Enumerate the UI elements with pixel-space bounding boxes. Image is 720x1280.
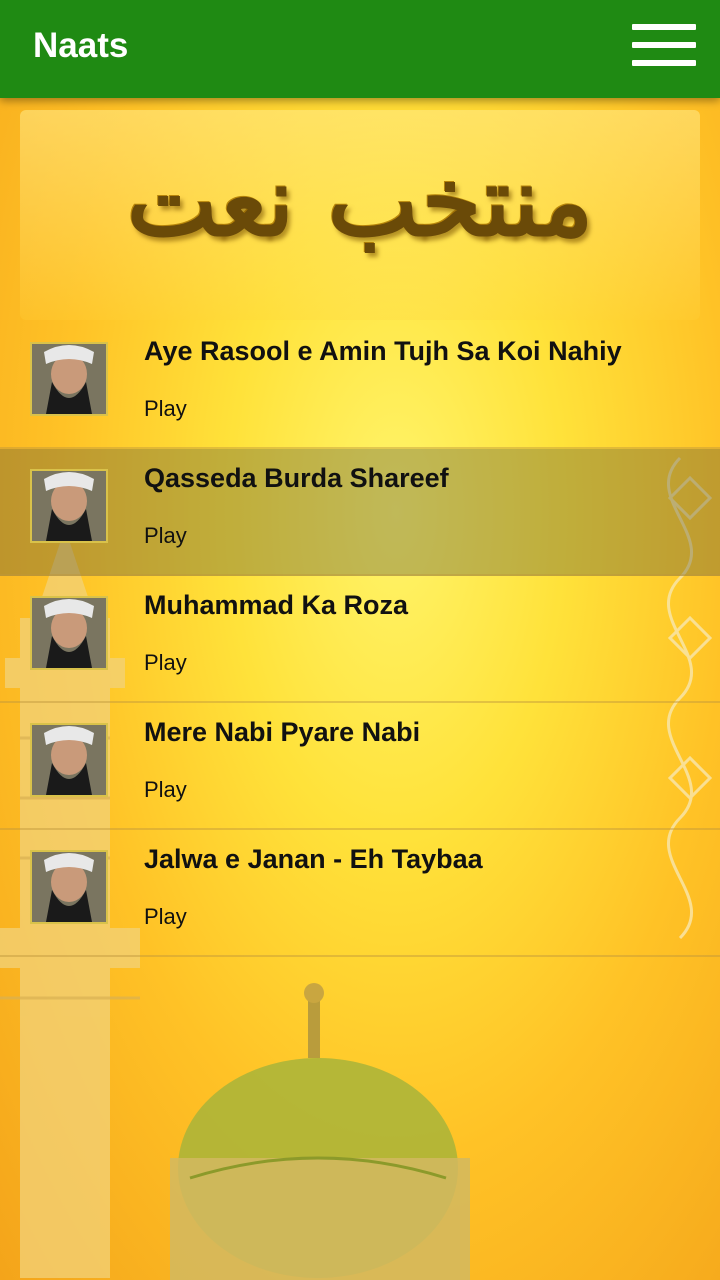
play-label: Play	[144, 904, 187, 929]
naat-title: Qasseda Burda Shareef	[144, 463, 449, 493]
naat-title: Mere Nabi Pyare Nabi	[144, 717, 421, 747]
naat-list: Aye Rasool e Amin Tujh Sa Koi Nahiy Play…	[0, 322, 720, 957]
naat-thumbnail	[30, 469, 108, 543]
app-title: Naats	[33, 26, 129, 65]
naat-title: Aye Rasool e Amin Tujh Sa Koi Nahiy	[144, 336, 622, 366]
banner-calligraphy: منتخب نعت	[126, 145, 594, 258]
naat-thumbnail	[30, 342, 108, 416]
menu-line	[632, 42, 696, 48]
list-item[interactable]: Aye Rasool e Amin Tujh Sa Koi Nahiy Play	[0, 322, 720, 449]
play-label: Play	[144, 777, 187, 802]
hamburger-menu-icon[interactable]	[632, 22, 696, 70]
naat-thumbnail	[30, 850, 108, 924]
list-item[interactable]: Mere Nabi Pyare Nabi Play	[0, 703, 720, 830]
menu-line	[632, 60, 696, 66]
naat-thumbnail	[30, 596, 108, 670]
naat-thumbnail	[30, 723, 108, 797]
play-label: Play	[144, 650, 187, 675]
naat-title: Jalwa e Janan - Eh Taybaa	[144, 844, 483, 874]
naat-title: Muhammad Ka Roza	[144, 590, 409, 620]
list-item[interactable]: Jalwa e Janan - Eh Taybaa Play	[0, 830, 720, 957]
play-label: Play	[144, 396, 187, 421]
list-item[interactable]: Qasseda Burda Shareef Play	[0, 449, 720, 576]
menu-line	[632, 24, 696, 30]
list-item[interactable]: Muhammad Ka Roza Play	[0, 576, 720, 703]
play-label: Play	[144, 523, 187, 548]
app-bar: Naats	[0, 0, 720, 98]
